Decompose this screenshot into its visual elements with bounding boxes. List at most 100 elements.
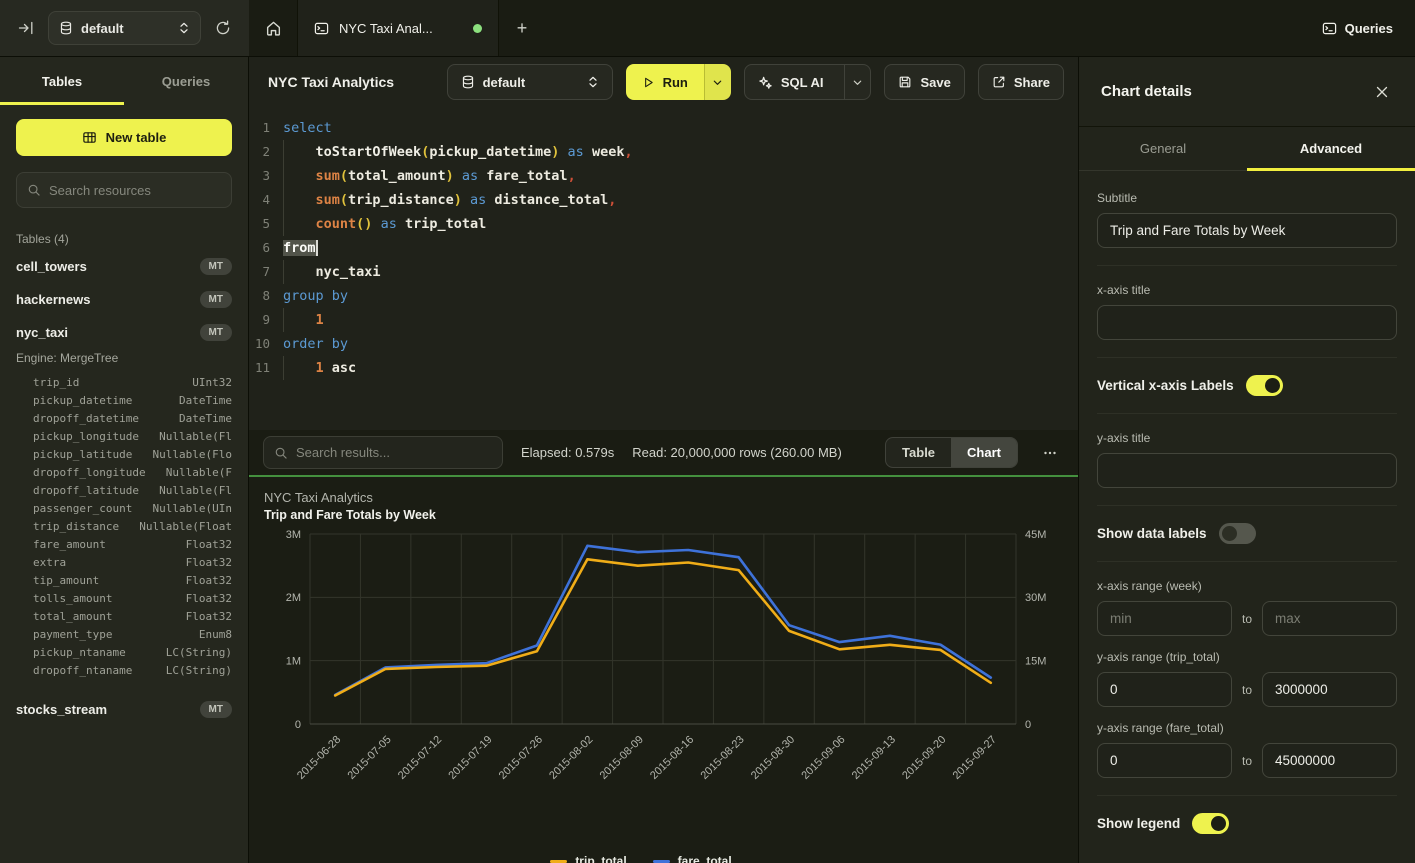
more-options-icon[interactable] [1036,441,1064,465]
token: nyc_taxi [316,264,381,280]
query-tab[interactable]: NYC Taxi Anal... [297,0,499,56]
view-toggle-table[interactable]: Table [886,438,951,467]
view-toggle: Table Chart [885,437,1018,468]
token [283,264,316,280]
column-row: pickup_ntanameLC(String) [0,643,248,661]
run-button[interactable]: Run [626,64,704,100]
console-icon [314,21,329,36]
results-search[interactable] [263,436,503,469]
token: trip_total [405,216,486,232]
table-row[interactable]: stocks_streamMT [0,693,248,726]
token [283,312,316,328]
token: distance_total [494,192,608,208]
main-area: NYC Taxi Analytics default Ru [249,57,1078,863]
share-button-label: Share [1014,75,1050,90]
token: as [568,144,584,160]
show-data-labels-toggle[interactable] [1219,523,1256,544]
column-name: dropoff_latitude [33,484,139,497]
yaxis-range-fare-min-input[interactable] [1097,743,1232,778]
tables-list: cell_towersMThackernewsMTnyc_taxiMTEngin… [0,250,248,863]
tab-tables[interactable]: Tables [0,57,124,105]
x-axis-tick: 2015-08-02 [547,734,595,782]
column-type: DateTime [179,412,232,425]
yaxis-range-trip-min-input[interactable] [1097,672,1232,707]
column-row: dropoff_ntanameLC(String) [0,661,248,679]
token: , [624,144,632,160]
sidebar-search-input[interactable] [49,183,221,198]
column-name: dropoff_longitude [33,466,146,479]
home-icon[interactable] [249,0,297,56]
sql-ai-button[interactable]: SQL AI [745,75,837,90]
line-number: 6 [249,236,283,260]
unsaved-changes-dot [473,24,482,33]
column-type: Float32 [186,556,232,569]
code-content: sum(total_amount) as fare_total, [283,164,1078,188]
line-chart[interactable]: 001M15M2M30M3M45M2015-06-282015-07-05201… [264,522,1076,802]
table-row[interactable]: nyc_taxiMT [0,316,248,349]
line-number: 3 [249,164,283,188]
new-tab-button[interactable]: + [499,0,545,56]
tab-queries[interactable]: Queries [124,57,248,105]
column-type: Nullable(Flo [153,448,232,461]
topbar-database-selector[interactable]: default [48,11,201,45]
yaxis-title-input[interactable] [1097,453,1397,488]
new-table-label: New table [106,130,167,145]
x-axis-tick: 2015-09-13 [850,734,898,782]
sql-ai-caret[interactable] [844,65,870,99]
subtitle-input[interactable] [1097,213,1397,248]
column-row: trip_idUInt32 [0,373,248,391]
new-table-button[interactable]: New table [16,119,232,156]
sql-editor[interactable]: 1select2 toStartOfWeek(pickup_datetime) … [249,107,1078,430]
chart-details-tabs: General Advanced [1079,127,1415,171]
chart-details-title: Chart details [1101,83,1192,100]
query-database-selector[interactable]: default [447,64,613,100]
table-engine-badge: MT [200,291,232,308]
x-axis-tick: 2015-07-05 [345,734,393,782]
run-options-caret[interactable] [704,64,731,100]
close-icon[interactable] [1371,81,1393,103]
line-number: 9 [249,308,283,332]
right-axis-tick: 30M [1025,592,1046,604]
app-window: default NYC Taxi Anal... + [0,0,1415,863]
save-button[interactable]: Save [884,64,964,100]
xaxis-range-label: x-axis range (week) [1097,579,1397,593]
column-name: fare_amount [33,538,106,551]
xaxis-title-input[interactable] [1097,305,1397,340]
collapse-sidebar-icon[interactable] [14,16,38,40]
yaxis-range-trip-max-input[interactable] [1262,672,1397,707]
chart-panel: NYC Taxi Analytics Trip and Fare Totals … [249,477,1078,863]
x-axis-tick: 2015-07-26 [497,734,545,782]
legend-item-fare_total[interactable]: fare_total [653,854,732,863]
column-name: tolls_amount [33,592,112,605]
table-row[interactable]: hackernewsMT [0,283,248,316]
legend-item-trip_total[interactable]: trip_total [550,854,626,863]
queries-button[interactable]: Queries [1322,21,1393,36]
tab-general[interactable]: General [1079,127,1247,170]
token [283,168,316,184]
tab-advanced[interactable]: Advanced [1247,127,1415,170]
code-content: select [283,116,1078,140]
sidebar-search[interactable] [16,172,232,208]
token: trip_distance [348,192,454,208]
show-data-labels-row: Show data labels [1097,523,1397,544]
x-axis-tick: 2015-09-06 [799,734,847,782]
yaxis-range-fare-max-input[interactable] [1262,743,1397,778]
line-number: 1 [249,116,283,140]
legend-label: trip_total [575,854,626,863]
column-row: passenger_countNullable(UIn [0,499,248,517]
yaxis-title-label: y-axis title [1097,431,1397,445]
view-toggle-chart[interactable]: Chart [951,438,1017,467]
results-search-input[interactable] [296,445,492,460]
xaxis-range-max-input[interactable] [1262,601,1397,636]
line-number: 11 [249,356,283,380]
show-legend-toggle[interactable] [1192,813,1229,834]
table-row[interactable]: cell_towersMT [0,250,248,283]
vertical-xaxis-labels-toggle[interactable] [1246,375,1283,396]
token: ) [446,168,454,184]
share-button[interactable]: Share [978,64,1064,100]
code-line: 4 sum(trip_distance) as distance_total, [249,188,1078,212]
vertical-xaxis-labels-label: Vertical x-axis Labels [1097,378,1234,393]
token: , [608,192,616,208]
refresh-icon[interactable] [211,16,235,40]
xaxis-range-min-input[interactable] [1097,601,1232,636]
